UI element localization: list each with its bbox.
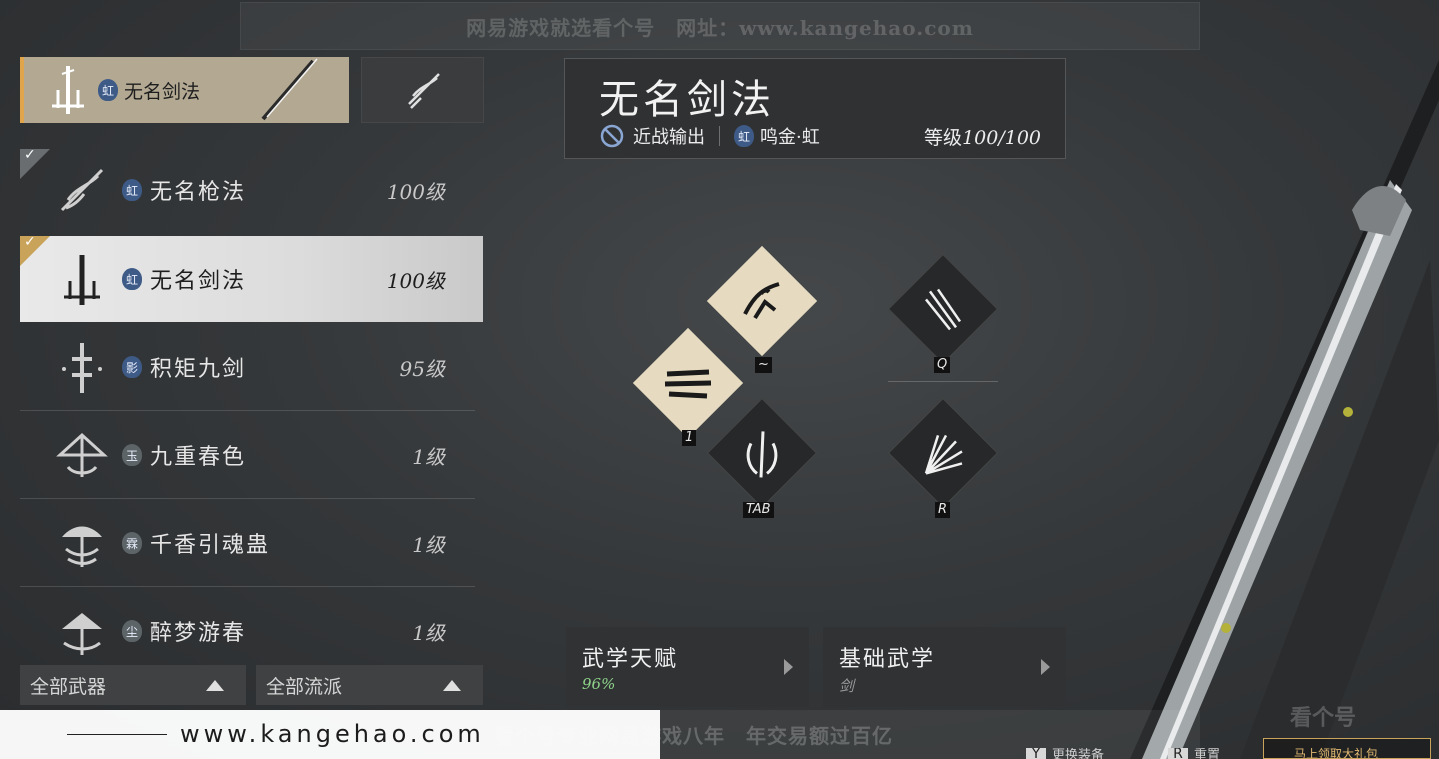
watermark-rule: [67, 734, 167, 735]
basic-value: 剑: [839, 677, 855, 695]
school-filter-dropdown[interactable]: 全部流派: [256, 665, 483, 705]
hint-reset[interactable]: R 重置: [1168, 748, 1220, 759]
school-badge: 玉: [122, 444, 142, 466]
hint-change-equipment[interactable]: Y 更换装备: [1026, 748, 1104, 759]
weapon-tab-sword[interactable]: 虹 无名剑法: [20, 57, 349, 123]
divider: [20, 410, 475, 411]
martial-level: 1级: [412, 444, 445, 469]
skill-key-tab: TAB: [743, 502, 774, 518]
leaping-figure-icon: [743, 282, 780, 320]
martial-level: 95级: [399, 356, 445, 381]
role-label: 近战输出: [633, 127, 705, 148]
watermark-url: www.kangehao.com: [180, 720, 485, 748]
sword-emblem-icon: [42, 236, 122, 322]
hint-label: 重置: [1194, 748, 1221, 759]
melee-role-icon: [600, 124, 624, 148]
martial-name: 积矩九剑: [150, 357, 247, 382]
school-filter-label: 全部流派: [266, 675, 343, 698]
martial-name: 九重春色: [150, 445, 247, 470]
list-item[interactable]: 尘 醉梦游春 1级: [20, 588, 483, 674]
equipped-check-icon: ✓: [20, 234, 50, 266]
weapon-filter-label: 全部武器: [30, 675, 107, 698]
watermark-logo: 看个号: [1290, 705, 1357, 731]
school-badge: 虹: [734, 125, 754, 147]
list-item-selected[interactable]: ✓ 虹 无名剑法 100级: [20, 234, 483, 322]
martial-level-display: 等级100/100: [924, 123, 1041, 150]
slash-lines-icon: [664, 369, 712, 399]
fan-emblem-icon: [42, 500, 122, 586]
list-item[interactable]: 霖 千香引魂蛊 1级: [20, 500, 483, 586]
level-label: 等级: [924, 127, 963, 149]
talent-value: 96%: [582, 675, 616, 693]
school-badge: 虹: [122, 179, 142, 201]
martial-level: 100级: [386, 179, 445, 204]
equipped-check-icon: ✓: [20, 147, 50, 179]
list-item[interactable]: 影 积矩九剑 95级: [20, 324, 483, 410]
martial-title: 无名剑法: [599, 77, 775, 123]
rainbow-badge: 虹: [98, 79, 118, 101]
sword-blade-icon: [261, 58, 318, 121]
divider: [20, 498, 475, 499]
martial-meta: 近战输出 虹 鸣金·虹: [599, 123, 820, 149]
triangle-up-icon: [443, 679, 461, 691]
school-label: 鸣金·虹: [760, 127, 820, 148]
sword-artwork: [1130, 60, 1439, 759]
spear-icon: [407, 73, 440, 109]
martial-level: 100级: [386, 268, 445, 293]
chevron-right-icon: [784, 659, 793, 675]
chevron-right-icon: [1041, 659, 1050, 675]
top-watermark-text: 网易游戏就选看个号 网址：www.kangehao.com: [466, 15, 974, 40]
talent-title: 武学天赋: [582, 647, 679, 672]
martial-level: 1级: [412, 532, 445, 557]
skill-slot-q[interactable]: [887, 253, 999, 365]
talent-card[interactable]: 武学天赋 96%: [566, 627, 809, 707]
weapon-filter-dropdown[interactable]: 全部武器: [20, 665, 246, 705]
sword-whirl-icon: [746, 431, 778, 478]
hint-key-r: R: [1168, 748, 1188, 759]
level-value: 100/100: [962, 127, 1041, 149]
watermark-slogan: 看个号专业网易游戏八年 年交易额过百亿: [494, 724, 893, 748]
gift-pack-button[interactable]: 马上领取大礼包: [1263, 738, 1431, 759]
claw-strike-icon: [925, 288, 962, 331]
school-badge: 虹: [122, 268, 142, 290]
skill-slot-tilde[interactable]: [706, 245, 818, 357]
gift-pack-label: 马上领取大礼包: [1294, 747, 1379, 759]
martial-level: 1级: [412, 620, 445, 645]
school-badge: 霖: [122, 532, 142, 554]
martial-name: 千香引魂蛊: [150, 533, 271, 558]
weapon-tab-label: 无名剑法: [124, 80, 201, 103]
sword-art-icon: [52, 66, 84, 114]
school-badge: 尘: [122, 620, 142, 642]
school-badge: 影: [122, 356, 142, 378]
hint-label: 更换装备: [1052, 748, 1105, 759]
martial-header: 无名剑法 近战输出 虹 鸣金·虹 等级100/100: [564, 58, 1066, 159]
list-item[interactable]: ✓ 虹 无名枪法 100级: [20, 147, 483, 233]
basic-martial-card[interactable]: 基础武学 剑: [823, 627, 1066, 707]
skill-key-r: R: [935, 502, 951, 518]
top-watermark: 网易游戏就选看个号 网址：www.kangehao.com: [240, 2, 1200, 50]
skill-key-q: Q: [934, 357, 951, 373]
list-item[interactable]: 玉 九重春色 1级: [20, 412, 483, 498]
skill-key-1: 1: [682, 430, 697, 446]
martial-name: 无名剑法: [150, 269, 247, 294]
martial-name: 醉梦游春: [150, 621, 247, 646]
martial-name: 无名枪法: [150, 180, 247, 205]
spear-emblem-icon: [42, 147, 122, 233]
twin-sword-emblem-icon: [42, 324, 122, 410]
umbrella-emblem-icon: [42, 412, 122, 498]
divider: [20, 586, 475, 587]
fan-slash-icon: [924, 434, 963, 475]
basic-title: 基础武学: [839, 647, 936, 672]
hint-key-y: Y: [1026, 748, 1046, 759]
meta-divider: [719, 126, 720, 146]
skill-key-tilde: ~: [755, 357, 772, 373]
parasol-emblem-icon: [42, 588, 122, 674]
skill-divider: [888, 381, 998, 382]
weapon-tab-spear[interactable]: [361, 57, 484, 123]
triangle-up-icon: [206, 679, 224, 691]
skill-slot-r[interactable]: [887, 397, 999, 509]
